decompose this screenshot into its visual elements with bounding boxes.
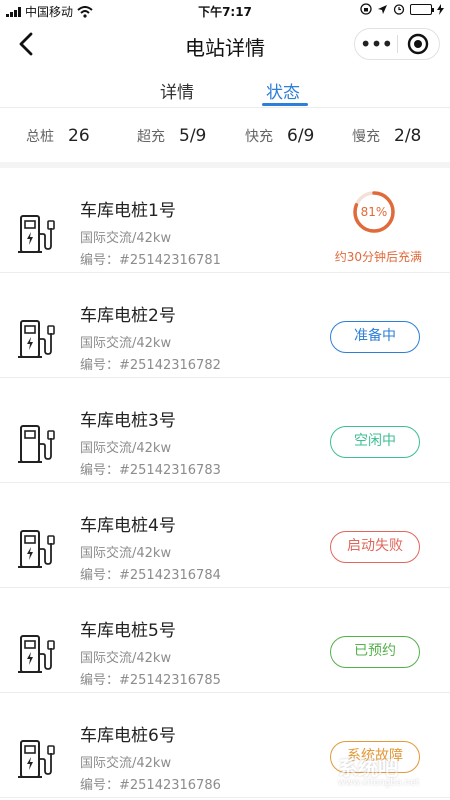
active-tab-indicator [262,103,308,106]
charge-eta: 约30分钟后充满 [334,250,422,264]
pile-name: 车库电桩5号 [80,621,176,641]
pile-type: 国际交流/42kw [80,336,172,351]
pile-type: 国际交流/42kw [80,756,172,771]
pile-row[interactable]: 车库电桩5号 国际交流/42kw 编号：#25142316785 已预约 [0,588,450,693]
watermark: 系统吧 www.xitongba.net [302,748,442,792]
status-right [360,3,444,15]
status-badge[interactable]: 空闲中 [330,426,420,458]
more-button[interactable]: ••• [355,29,397,59]
status-badge[interactable]: 准备中 [330,321,420,353]
charging-pile-icon [18,425,55,463]
pile-summary: 总桩 26 超充 5/9 快充 6/9 慢充 2/8 [0,108,450,162]
summary-super: 超充 5/9 [137,126,206,146]
battery-icon [410,3,434,15]
pile-name: 车库电桩1号 [80,201,176,221]
charging-pile-icon [18,635,55,673]
summary-slow: 慢充 2/8 [352,126,421,146]
pile-code: 编号：#25142316784 [80,568,221,583]
tab-bar: 详情 状态 [0,70,450,108]
summary-value: 26 [68,126,90,146]
summary-fast: 快充 6/9 [245,126,314,146]
rotation-lock-icon [360,3,372,15]
summary-label: 快充 [245,129,273,145]
pile-code: 编号：#25142316785 [80,673,221,688]
pile-code: 编号：#25142316783 [80,463,221,478]
pile-row[interactable]: 车库电桩4号 国际交流/42kw 编号：#25142316784 启动失败 [0,483,450,588]
tab-status[interactable]: 状态 [266,78,300,103]
watermark-text: 系统吧 [338,756,398,780]
charging-pile-icon [18,320,55,358]
pile-row[interactable]: 车库电桩2号 国际交流/42kw 编号：#25142316782 准备中 [0,273,450,378]
pile-name: 车库电桩6号 [80,726,176,746]
summary-value: 5/9 [179,126,207,146]
pile-code: 编号：#25142316786 [80,778,221,793]
location-icon [378,4,387,14]
pile-name: 车库电桩2号 [80,306,176,326]
charging-pile-icon [18,530,55,568]
status-badge[interactable]: 启动失败 [330,531,420,563]
pile-type: 国际交流/42kw [80,441,172,456]
watermark-url: www.xitongba.net [338,778,420,788]
progress-percent: 81% [360,205,388,219]
pile-type: 国际交流/42kw [80,546,172,561]
summary-label: 慢充 [352,129,380,145]
pile-type: 国际交流/42kw [80,231,172,246]
summary-total: 总桩 26 [26,126,90,146]
close-button[interactable] [398,33,439,55]
navigation-bar: 电站详情 ••• [0,22,450,68]
mini-program-capsule: ••• [354,28,440,60]
pile-name: 车库电桩4号 [80,516,176,536]
charging-bolt-icon [437,3,444,15]
status-bar: 中国移动 下午7:17 [0,0,450,22]
summary-label: 总桩 [26,129,54,145]
pile-row[interactable]: 车库电桩3号 国际交流/42kw 编号：#25142316783 空闲中 [0,378,450,483]
summary-label: 超充 [137,129,165,145]
charging-pile-icon [18,740,55,778]
tab-details[interactable]: 详情 [160,78,194,103]
summary-value: 2/8 [394,126,422,146]
pile-code: 编号：#25142316782 [80,358,221,373]
status-badge[interactable]: 已预约 [330,636,420,668]
summary-value: 6/9 [287,126,315,146]
pile-name: 车库电桩3号 [80,411,176,431]
alarm-icon [393,4,405,15]
pile-row[interactable]: 车库电桩1号 国际交流/42kw 编号：#25142316781 81% 约30… [0,168,450,273]
pile-type: 国际交流/42kw [80,651,172,666]
charging-pile-icon [18,215,55,253]
watermark-logo-icon [304,755,330,783]
pile-code: 编号：#25142316781 [80,253,221,268]
target-circle-icon [408,33,429,55]
